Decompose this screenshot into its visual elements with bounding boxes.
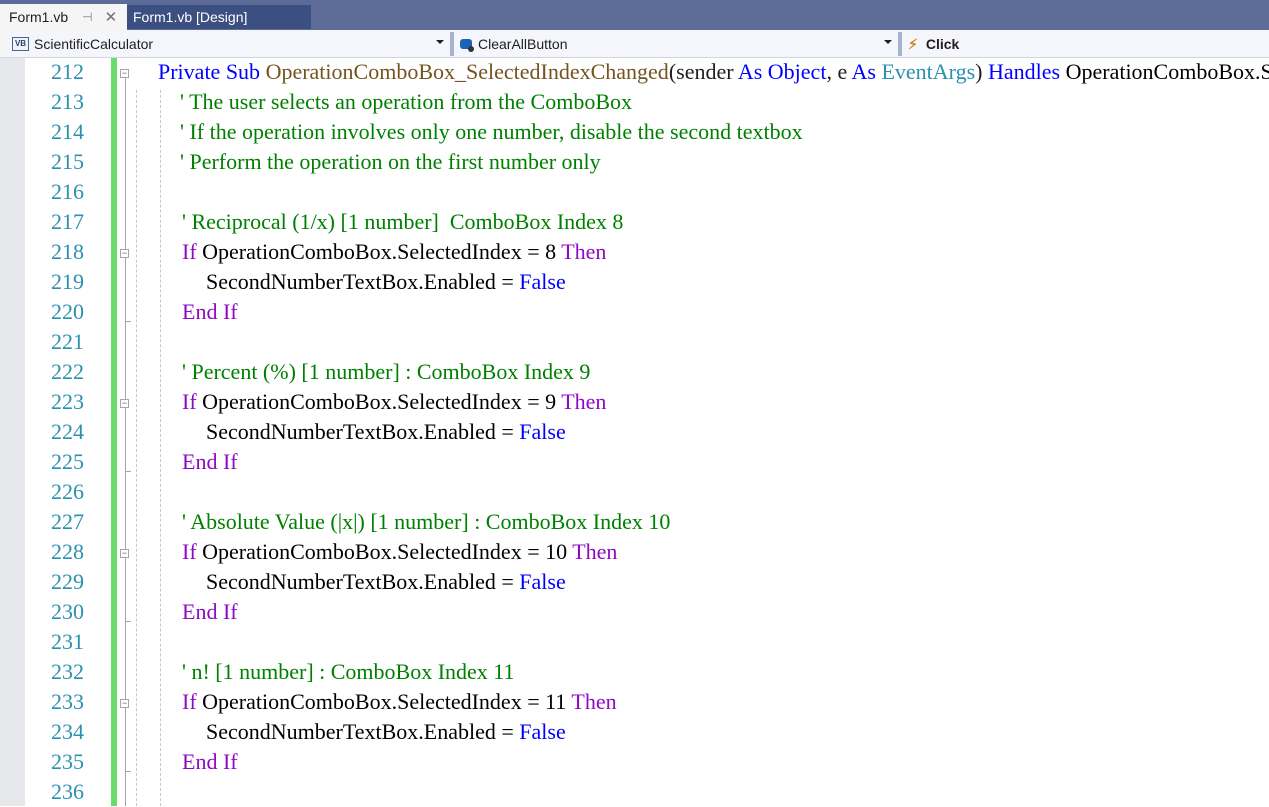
- code-token: Then: [561, 239, 607, 264]
- code-token: ' Reciprocal (1/x) [1 number] ComboBox I…: [182, 209, 624, 234]
- code-token: ' If the operation involves only one num…: [180, 119, 803, 144]
- code-line[interactable]: End If: [182, 447, 238, 477]
- close-icon[interactable]: ✕: [105, 8, 118, 26]
- code-token: If: [182, 689, 203, 714]
- tab-form1-vb[interactable]: Form1.vb ⊣ ✕: [0, 4, 127, 30]
- code-token: ' n! [1 number] : ComboBox Index 11: [182, 659, 515, 684]
- code-token: End If: [182, 449, 238, 474]
- document-tab-bar: Form1.vb ⊣ ✕ Form1.vb [Design]: [0, 0, 1269, 30]
- code-line[interactable]: End If: [182, 297, 238, 327]
- code-token: Then: [571, 689, 617, 714]
- code-line[interactable]: ' Percent (%) [1 number] : ComboBox Inde…: [182, 357, 590, 387]
- code-line[interactable]: ' If the operation involves only one num…: [180, 117, 803, 147]
- code-line[interactable]: ' Reciprocal (1/x) [1 number] ComboBox I…: [182, 207, 623, 237]
- code-line[interactable]: SecondNumberTextBox.Enabled = False: [206, 717, 566, 747]
- code-line[interactable]: If OperationComboBox.SelectedIndex = 9 T…: [182, 387, 606, 417]
- code-token: ): [975, 59, 988, 84]
- event-label: Click: [925, 36, 960, 52]
- code-line[interactable]: Private Sub OperationComboBox_SelectedIn…: [158, 57, 1269, 87]
- code-token: ' The user selects an operation from the…: [180, 89, 633, 114]
- code-token: SecondNumberTextBox.Enabled =: [206, 569, 520, 594]
- code-token: Then: [561, 389, 607, 414]
- object-label: ClearAllButton: [478, 36, 568, 52]
- code-token: Private Sub: [158, 59, 266, 84]
- code-line[interactable]: If OperationComboBox.SelectedIndex = 11 …: [182, 687, 617, 717]
- code-token: If: [182, 389, 203, 414]
- code-token: False: [519, 719, 566, 744]
- code-token: As: [851, 59, 882, 84]
- pin-icon[interactable]: ⊣: [82, 10, 92, 24]
- code-token: , e: [826, 59, 852, 84]
- code-line[interactable]: ' Perform the operation on the first num…: [180, 147, 601, 177]
- code-token: EventArgs: [881, 59, 976, 84]
- code-token: OperationComboBox.SelectedIndex = 9: [202, 389, 562, 414]
- code-token: OperationComboBox.SelectedIndex = 11: [202, 689, 572, 714]
- code-line[interactable]: End If: [182, 597, 238, 627]
- code-token: Handles: [988, 59, 1066, 84]
- code-line[interactable]: ' n! [1 number] : ComboBox Index 11: [182, 657, 515, 687]
- tab-label: Form1.vb: [9, 9, 69, 25]
- code-token: OperationComboBox.SelectedIndex = 10: [202, 539, 573, 564]
- code-token: As: [737, 59, 768, 84]
- code-token: ' Absolute Value (|x|) [1 number] : Comb…: [182, 509, 671, 534]
- code-token: ' Perform the operation on the first num…: [180, 149, 601, 174]
- tab-form1-design[interactable]: Form1.vb [Design]: [127, 5, 311, 29]
- code-line[interactable]: If OperationComboBox.SelectedIndex = 10 …: [182, 537, 617, 567]
- code-token: False: [519, 419, 566, 444]
- code-line[interactable]: End If: [182, 747, 238, 777]
- code-line[interactable]: ' The user selects an operation from the…: [180, 87, 632, 117]
- navigation-bar: VB ScientificCalculator ClearAllButton ⚡…: [0, 30, 1269, 58]
- event-dropdown[interactable]: ⚡︎ Click: [902, 32, 1269, 56]
- code-token: SecondNumberTextBox.Enabled =: [206, 419, 520, 444]
- code-line[interactable]: SecondNumberTextBox.Enabled = False: [206, 417, 566, 447]
- code-line[interactable]: SecondNumberTextBox.Enabled = False: [206, 267, 566, 297]
- code-line[interactable]: If OperationComboBox.SelectedIndex = 8 T…: [182, 237, 606, 267]
- project-dropdown[interactable]: VB ScientificCalculator: [4, 32, 450, 56]
- code-token: End If: [182, 599, 238, 624]
- code-token: (sender: [668, 59, 738, 84]
- code-editor[interactable]: Private Sub OperationComboBox_SelectedIn…: [0, 58, 1269, 806]
- code-token: SecondNumberTextBox.Enabled =: [206, 719, 520, 744]
- code-token: End If: [182, 299, 238, 324]
- code-token: ' Percent (%) [1 number] : ComboBox Inde…: [182, 359, 591, 384]
- event-bolt-icon: ⚡︎: [908, 35, 918, 52]
- code-token: End If: [182, 749, 238, 774]
- code-token: False: [519, 269, 566, 294]
- code-token: SecondNumberTextBox.Enabled =: [206, 269, 520, 294]
- chevron-down-icon: [436, 40, 444, 44]
- code-token: If: [182, 239, 203, 264]
- code-token: Then: [572, 539, 618, 564]
- code-token: If: [182, 539, 203, 564]
- code-token: OperationComboBox.SelectedIndexChanged: [1065, 59, 1269, 84]
- vb-project-icon: VB: [12, 37, 29, 51]
- tab-label: Form1.vb [Design]: [133, 9, 248, 25]
- object-dropdown[interactable]: ClearAllButton: [454, 32, 898, 56]
- code-token: OperationComboBox.SelectedIndex = 8: [202, 239, 562, 264]
- code-line[interactable]: SecondNumberTextBox.Enabled = False: [206, 567, 566, 597]
- project-label: ScientificCalculator: [34, 36, 154, 52]
- chevron-down-icon: [884, 40, 892, 44]
- code-token: OperationComboBox_SelectedIndexChanged: [265, 59, 669, 84]
- code-token: False: [519, 569, 566, 594]
- code-line[interactable]: ' Absolute Value (|x|) [1 number] : Comb…: [182, 507, 670, 537]
- control-icon: [460, 39, 474, 52]
- code-token: Object: [767, 59, 827, 84]
